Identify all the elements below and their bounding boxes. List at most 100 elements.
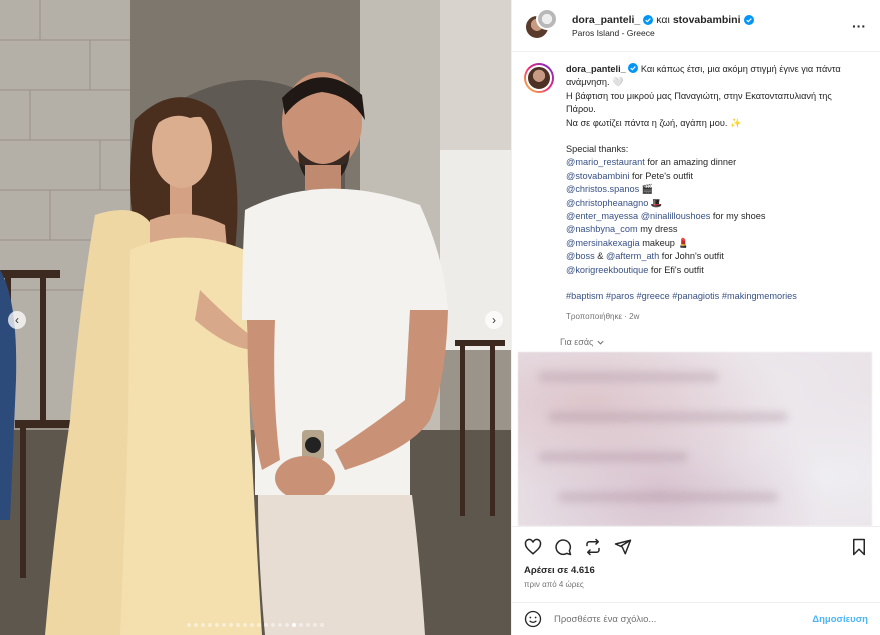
mention-link[interactable]: @mario_restaurant (566, 157, 645, 167)
post-time[interactable]: πριν από 4 ώρες (524, 580, 868, 589)
hashtag-link[interactable]: #baptism (566, 291, 603, 301)
carousel-dot (250, 623, 254, 627)
carousel-dot (243, 623, 247, 627)
mention-text: for an amazing dinner (644, 157, 737, 168)
photo-illustration (0, 0, 511, 635)
verified-badge-icon (643, 14, 654, 25)
carousel-dot (320, 623, 324, 627)
carousel-indicator (0, 623, 511, 627)
avatar[interactable] (524, 63, 554, 93)
avatar[interactable] (536, 7, 558, 30)
mention-link[interactable]: @nashbyna_com (566, 224, 638, 234)
carousel-dot (271, 623, 275, 627)
coauthor-username[interactable]: stovabambini (673, 14, 741, 26)
thanks-line: @christos.spanos 🎬 (566, 183, 858, 196)
chevron-left-icon: ‹ (15, 313, 19, 327)
verified-badge-icon (628, 63, 639, 73)
bookmark-icon[interactable] (850, 538, 868, 556)
chevron-right-icon: › (492, 313, 496, 327)
likes-count[interactable]: Αρέσει σε 4.616 (524, 565, 868, 576)
thanks-line: @christopheanagno 🎩 (566, 197, 858, 210)
carousel-dot (201, 623, 205, 627)
carousel-dot (187, 623, 191, 627)
chevron-down-icon (597, 340, 604, 345)
for-you-label: Για εσάς (560, 337, 594, 347)
hashtag-link[interactable]: #paros (606, 291, 634, 301)
mention-link[interactable]: @christopheanagno (566, 198, 648, 208)
thanks-line: @enter_mayessa @ninalilloushoes for my s… (566, 210, 858, 223)
post-details-panel: dora_panteli_ και stovabambini Paros Isl… (511, 0, 880, 635)
author-connector: και (656, 13, 670, 26)
share-icon[interactable] (614, 538, 632, 556)
carousel-dot (194, 623, 198, 627)
mention-link[interactable]: @christos.spanos (566, 184, 639, 194)
thanks-line: @mario_restaurant for an amazing dinner (566, 156, 858, 169)
repost-icon[interactable] (584, 538, 602, 556)
mention-link[interactable]: @mersinakexagia (566, 238, 640, 248)
hashtag-link[interactable]: #panagiotis (672, 291, 719, 301)
post-photo[interactable]: ‹ › (0, 0, 511, 635)
mention-text: for my shoes (710, 211, 766, 222)
carousel-dot (215, 623, 219, 627)
carousel-next-button[interactable]: › (485, 311, 503, 329)
mention-text: my dress (637, 224, 678, 235)
carousel-dot (313, 623, 317, 627)
post-header: dora_panteli_ και stovabambini Paros Isl… (512, 0, 880, 52)
mention-link[interactable]: @afterm_ath (606, 251, 659, 261)
hashtag-link[interactable]: #makingmemories (722, 291, 797, 301)
carousel-dot (236, 623, 240, 627)
hashtag-link[interactable]: #greece (637, 291, 670, 301)
heart-icon[interactable] (524, 538, 542, 556)
caption-line: Η βάφτιση του μικρού μας Παναγιώτη, στην… (566, 90, 832, 115)
carousel-dot (257, 623, 261, 627)
thanks-title: Special thanks: (566, 144, 629, 155)
mention-link[interactable]: @boss (566, 251, 595, 261)
edited-timestamp: Τροποποιήθηκε · 2w (566, 311, 640, 321)
mention-text: for Efi's outfit (648, 264, 704, 275)
post-comment-button[interactable]: Δημοσίευση (812, 614, 868, 625)
thanks-line: @mersinakexagia makeup 💄 (566, 237, 858, 250)
mention-text: 🎩 (648, 197, 663, 208)
carousel-dot (306, 623, 310, 627)
mention-link[interactable]: @ninalilloushoes (641, 211, 711, 221)
post-actions: Αρέσει σε 4.616 πριν από 4 ώρες (512, 526, 880, 589)
carousel-dot (278, 623, 282, 627)
comment-icon[interactable] (554, 538, 572, 556)
verified-badge-icon (743, 14, 754, 25)
carousel-dot (299, 623, 303, 627)
carousel-prev-button[interactable]: ‹ (8, 311, 26, 329)
thanks-line: @korigreekboutique for Efi's outfit (566, 264, 858, 277)
post-location[interactable]: Paros Island - Greece (572, 28, 852, 38)
post-authors: dora_panteli_ και stovabambini Paros Isl… (572, 14, 852, 38)
mention-text: makeup 💄 (639, 237, 689, 248)
hashtags: #baptism #paros #greece #panagiotis #mak… (566, 290, 858, 303)
emoji-icon[interactable] (524, 610, 542, 628)
carousel-dot (222, 623, 226, 627)
mention-text: for Pete's outfit (629, 170, 694, 181)
carousel-dot (292, 623, 296, 627)
mention-link[interactable]: @enter_mayessa (566, 211, 638, 221)
more-options-icon[interactable]: ··· (852, 18, 868, 34)
collab-avatars[interactable] (524, 7, 560, 44)
thanks-line: @nashbyna_com my dress (566, 223, 858, 236)
carousel-dot (285, 623, 289, 627)
thanks-line: @boss & @afterm_ath for John's outfit (566, 250, 858, 263)
mention-text: 🎬 (639, 184, 654, 195)
carousel-dot (229, 623, 233, 627)
author-username[interactable]: dora_panteli_ (572, 14, 640, 26)
blurred-comments-area (518, 352, 872, 526)
caption-text: dora_panteli_ Και κάπως έτσι, μια ακόμη … (566, 63, 858, 323)
thanks-list: @mario_restaurant for an amazing dinner @… (566, 156, 858, 277)
mention-link[interactable]: @stovabambini (566, 171, 629, 181)
comment-input[interactable] (554, 613, 813, 625)
for-you-toggle[interactable]: Για εσάς (560, 337, 605, 347)
caption-line: Να σε φωτίζει πάντα η ζωή, αγάπη μου. ✨ (566, 117, 742, 128)
mention-text: for John's outfit (659, 251, 724, 262)
mention-link[interactable]: @korigreekboutique (566, 265, 648, 275)
instagram-post-modal: ‹ › dora_panteli_ και stovabambini Paros (0, 0, 880, 635)
mention-separator: & (594, 251, 606, 262)
caption-section: dora_panteli_ Και κάπως έτσι, μια ακόμη … (512, 52, 880, 352)
caption-username[interactable]: dora_panteli_ (566, 64, 626, 74)
carousel-dot (208, 623, 212, 627)
comment-bar: Δημοσίευση (512, 602, 880, 635)
